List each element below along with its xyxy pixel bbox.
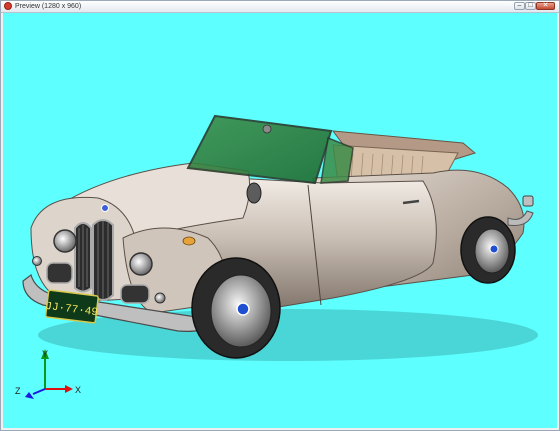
front-wheel — [191, 257, 281, 359]
wheel-badge-icon — [236, 302, 250, 316]
right-intake — [120, 284, 150, 304]
wing-mirror — [246, 182, 262, 204]
window-title: Preview (1280 x 960) — [15, 3, 82, 10]
axis-gizmo: Y X Z — [15, 349, 81, 399]
z-axis-label: Z — [15, 386, 21, 396]
headlamp-left-icon — [53, 229, 77, 253]
preview-window: Preview (1280 x 960) – □ ✕ JJ·77·49 Y X … — [0, 0, 560, 431]
fog-lamp-right-icon — [154, 292, 166, 304]
rear-wheel-badge-icon — [489, 244, 499, 254]
rear-wheel — [460, 216, 516, 284]
title-bar[interactable]: Preview (1280 x 960) – □ ✕ — [1, 1, 559, 13]
y-axis-label: Y — [42, 349, 48, 359]
indicator-lamp — [182, 236, 196, 246]
render-viewport[interactable]: JJ·77·49 Y X Z — [3, 13, 557, 428]
minimize-button[interactable]: – — [514, 2, 525, 10]
left-intake — [46, 262, 73, 284]
z-axis-arrow-icon — [25, 392, 34, 399]
license-plate: JJ·77·49 — [45, 289, 99, 324]
headlamp-right-icon — [129, 252, 153, 276]
z-axis-line — [32, 388, 46, 395]
mirror-icon — [262, 124, 272, 134]
close-button[interactable]: ✕ — [536, 2, 555, 10]
car-render: JJ·77·49 Y X Z — [15, 114, 538, 399]
hood-badge-icon — [101, 204, 109, 212]
maximize-button[interactable]: □ — [525, 2, 536, 10]
app-icon[interactable] — [4, 2, 12, 10]
x-axis-label: X — [75, 385, 81, 395]
fog-lamp-left-icon — [32, 256, 42, 266]
rear-lamp — [522, 195, 534, 207]
x-axis-arrow-icon — [65, 385, 73, 393]
